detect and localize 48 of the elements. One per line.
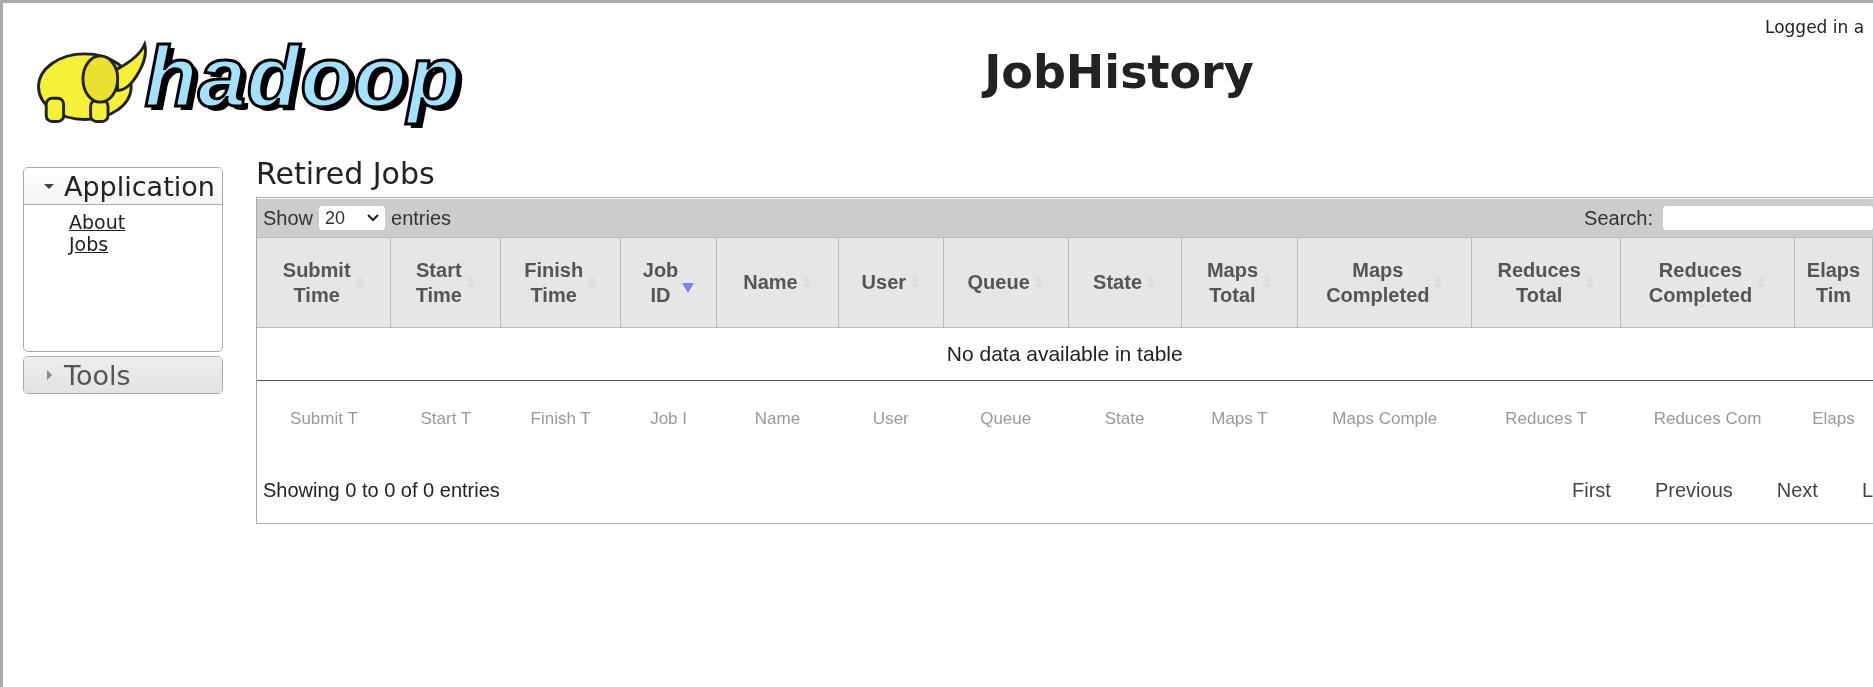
sidebar-section-header[interactable]: Application [24,168,222,204]
empty-table-message: No data available in table [946,342,1183,365]
column-header[interactable]: Submit Time [257,237,391,328]
pagination-link[interactable]: First [1572,478,1611,502]
pagination-link[interactable]: Next [1776,478,1818,502]
column-header[interactable]: Queue [943,237,1069,328]
entries-dropdown[interactable]: 20 [319,206,386,230]
column-filter-field[interactable]: Reduces T [1479,409,1614,429]
column-filter-field[interactable]: Start T [396,409,496,429]
caret-right-icon [44,370,54,380]
column-filter-field[interactable]: Maps Comple [1306,409,1464,429]
column-header[interactable]: Start Time [390,237,501,328]
column-header[interactable]: User [838,237,944,328]
entries-label: entries [391,206,452,230]
column-filter-field[interactable]: Name [722,409,833,429]
column-header[interactable]: State [1068,237,1181,328]
login-status: Logged in a [1765,16,1866,39]
column-filter-field[interactable]: State [1073,409,1176,429]
column-header[interactable]: Job ID [620,237,717,328]
column-header[interactable]: Finish Time [500,237,621,328]
search-label: Search: [1584,206,1653,230]
column-filter-field[interactable]: Finish T [506,409,615,429]
sidebar-link[interactable]: Jobs [69,233,109,255]
column-filter-field[interactable]: Maps T [1186,409,1293,429]
table-info: Showing 0 to 0 of 0 entries [263,478,500,502]
column-filter-field[interactable]: Elaps [1798,409,1869,429]
pagination-link[interactable]: L [1861,478,1873,502]
column-header[interactable]: Name [716,237,839,328]
column-filter-field[interactable]: Queue [949,409,1062,429]
column-header[interactable]: Reduces Total [1471,237,1621,328]
search-field[interactable] [1663,206,1873,230]
column-header[interactable]: Elaps Tim [1794,237,1873,328]
column-header[interactable]: Maps Total [1181,237,1298,328]
column-filter-field[interactable]: User [843,409,938,429]
caret-down-icon [367,214,380,222]
page-title: JobHistory [473,3,1765,155]
section-title: Retired Jobs [256,155,436,193]
pagination-link[interactable]: Previous [1654,478,1733,502]
logo-wordmark: hadoop [143,27,462,127]
column-filter-field[interactable]: Submit T [263,409,385,429]
column-filter-field[interactable]: Reduces Com [1629,409,1786,429]
column-filter-field[interactable]: Job I [625,409,712,429]
column-header[interactable]: Reduces Completed [1620,237,1795,328]
show-label: Show [263,206,314,230]
sidebar-section-header[interactable]: Tools [24,357,222,393]
sidebar-link[interactable]: About [69,211,126,233]
column-header[interactable]: Maps Completed [1297,237,1472,328]
caret-down-icon [44,181,54,191]
